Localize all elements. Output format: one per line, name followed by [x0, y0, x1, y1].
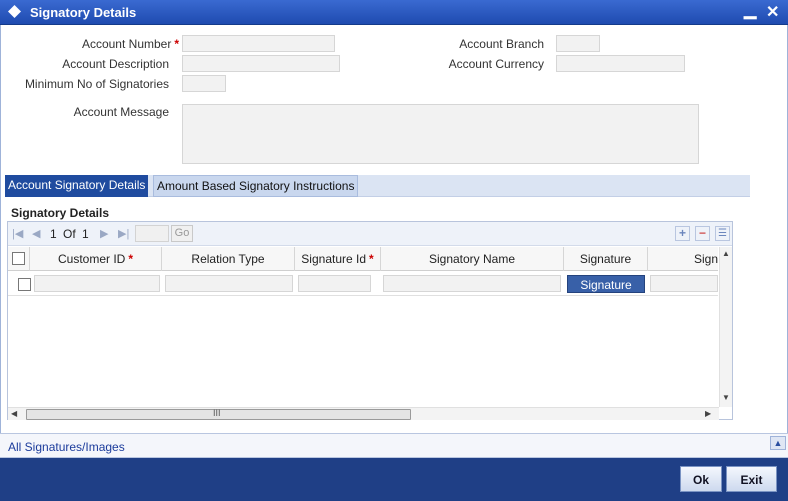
account-branch-label: Account Branch	[459, 37, 544, 51]
page-number-input[interactable]	[135, 225, 169, 242]
bottom-bar: All Signatures/Images ▲	[0, 433, 788, 458]
delete-row-icon[interactable]: −	[695, 226, 710, 241]
col-customer-id[interactable]: Customer ID *	[30, 247, 162, 271]
select-all-checkbox[interactable]	[12, 252, 25, 265]
row-checkbox[interactable]	[18, 278, 31, 291]
account-number-label: Account Number *	[81, 37, 179, 51]
account-description-field[interactable]	[182, 55, 340, 72]
account-currency-label: Account Currency	[448, 57, 544, 71]
page-total: 1	[82, 227, 89, 241]
col-relation-type[interactable]: Relation Type	[162, 247, 295, 271]
account-description-label: Account Description	[62, 57, 169, 71]
window-title: Signatory Details	[30, 5, 137, 20]
exit-button[interactable]: Exit	[726, 466, 777, 492]
add-row-icon[interactable]: +	[675, 226, 690, 241]
ok-button[interactable]: Ok	[680, 466, 722, 492]
first-page-icon[interactable]: |◀	[12, 227, 23, 240]
select-all-cell	[8, 247, 30, 271]
signatory-name-input[interactable]	[383, 275, 561, 292]
prev-page-icon[interactable]: ◀	[32, 227, 40, 240]
account-message-label: Account Message	[73, 105, 169, 119]
customer-id-input[interactable]	[34, 275, 160, 292]
app-diamond-icon	[8, 5, 21, 18]
signature-id-input[interactable]	[298, 275, 371, 292]
all-signatures-link[interactable]: All Signatures/Images	[8, 440, 125, 454]
min-signatories-field[interactable]	[182, 75, 226, 92]
col-signature-id[interactable]: Signature Id *	[295, 247, 381, 271]
window-titlebar: Signatory Details ▁ ✕	[0, 0, 788, 25]
sign-input[interactable]	[650, 275, 718, 292]
collapse-icon[interactable]: ▲	[770, 436, 786, 450]
account-branch-field[interactable]	[556, 35, 600, 52]
grid-toolbar: |◀ ◀ 1 Of 1 ▶ ▶| Go + − ☰	[8, 222, 732, 246]
signatory-grid: |◀ ◀ 1 Of 1 ▶ ▶| Go + − ☰ Customer ID * R…	[7, 221, 733, 420]
tab-bar: Account Signatory Details Amount Based S…	[5, 175, 750, 197]
footer-bar: Ok Exit	[0, 458, 788, 501]
page-current: 1	[50, 227, 57, 241]
min-signatories-label: Minimum No of Signatories	[24, 77, 169, 91]
scroll-left-icon[interactable]: ◀	[11, 409, 17, 418]
single-view-icon[interactable]: ☰	[715, 226, 730, 241]
table-row: Signature	[8, 272, 718, 296]
relation-type-input[interactable]	[165, 275, 293, 292]
vertical-scrollbar[interactable]: ▲ ▼	[719, 247, 732, 407]
signatory-details-title: Signatory Details	[11, 206, 110, 220]
grid-header: Customer ID * Relation Type Signature Id *…	[8, 247, 718, 271]
last-page-icon[interactable]: ▶|	[118, 227, 129, 240]
go-button[interactable]: Go	[171, 225, 193, 242]
tab-amount-based-signatory-instructions[interactable]: Amount Based Signatory Instructions	[153, 175, 359, 197]
page-of-label: Of	[63, 227, 76, 241]
col-signature[interactable]: Signature	[564, 247, 648, 271]
scroll-down-icon[interactable]: ▼	[722, 393, 730, 402]
col-sign-truncated[interactable]: Sign	[648, 247, 718, 271]
scroll-right-icon[interactable]: ▶	[705, 409, 711, 418]
account-message-textarea[interactable]	[182, 104, 699, 164]
minimize-button[interactable]: ▁	[744, 0, 756, 20]
scroll-grip: III	[213, 408, 221, 418]
scroll-thumb[interactable]: III	[26, 408, 411, 420]
account-currency-field[interactable]	[556, 55, 685, 72]
col-signatory-name[interactable]: Signatory Name	[381, 247, 564, 271]
tab-account-signatory-details[interactable]: Account Signatory Details	[5, 175, 149, 197]
account-number-field[interactable]	[182, 35, 335, 52]
signature-button[interactable]: Signature	[567, 275, 645, 293]
close-button[interactable]: ✕	[766, 2, 779, 22]
horizontal-scrollbar[interactable]: ◀ III ▶	[8, 407, 719, 420]
next-page-icon[interactable]: ▶	[100, 227, 108, 240]
scroll-up-icon[interactable]: ▲	[722, 249, 730, 258]
